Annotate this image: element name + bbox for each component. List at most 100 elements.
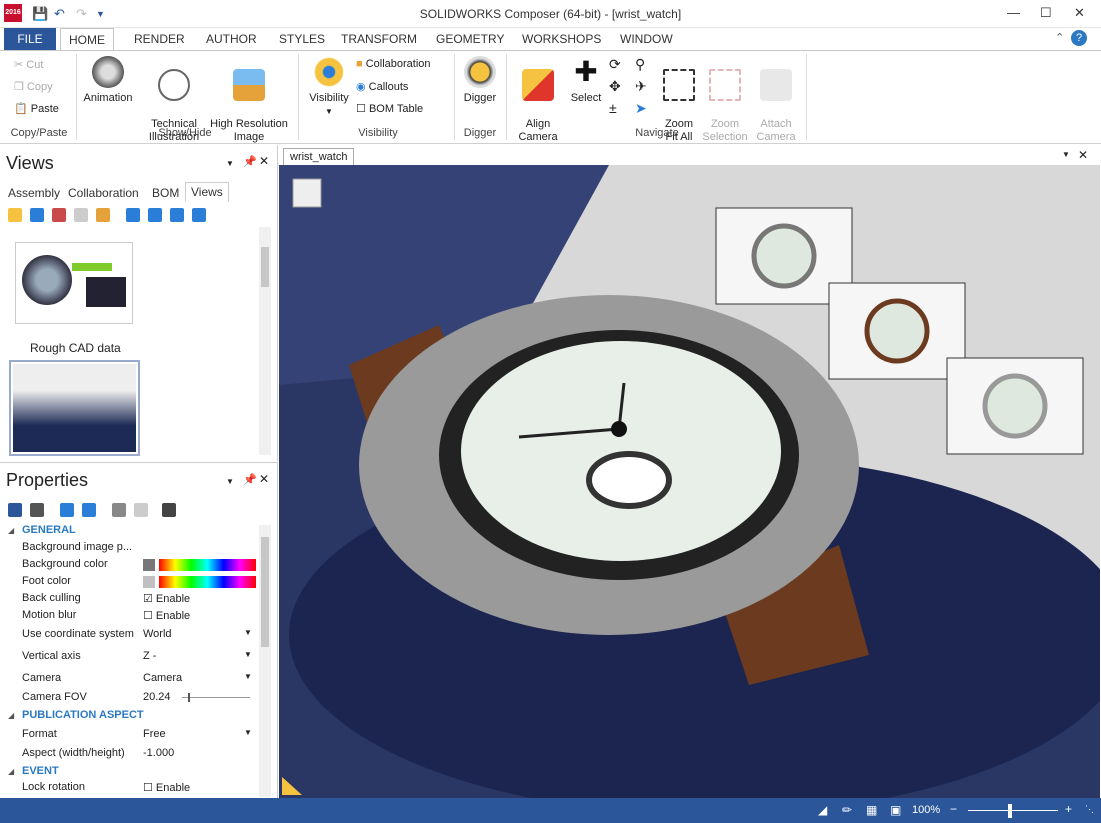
tab-author[interactable]: AUTHOR [206,32,257,46]
document-close-icon[interactable]: ✕ [1078,148,1088,162]
tab-bom[interactable]: BOM [152,186,179,200]
view-nav-icon[interactable] [148,208,162,222]
property-tool-icon[interactable] [82,503,96,517]
minimize-icon[interactable]: — [1007,5,1020,20]
delete-view-icon[interactable] [52,208,66,222]
tab-render[interactable]: RENDER [134,32,185,46]
property-row[interactable]: Foot color [22,575,256,592]
maximize-icon[interactable]: ☐ [1040,5,1052,21]
fly-icon[interactable]: ✈ [635,78,647,95]
help-icon[interactable]: ? [1071,30,1087,46]
zoom-slider-handle[interactable] [1008,804,1012,818]
view-tool-icon[interactable] [74,208,88,222]
brush-icon[interactable] [96,208,110,222]
camera-select[interactable]: Camera [143,672,182,684]
camera-fov-value[interactable]: 20.24 [143,691,171,703]
fov-slider-track[interactable] [182,697,250,698]
property-row[interactable]: Format Free ▼ [22,728,256,745]
create-view-icon[interactable] [8,208,22,222]
view-thumbnail[interactable] [15,242,133,324]
bom-table-checkbox[interactable]: ☐ [356,103,366,115]
collapse-triangle-icon[interactable]: ◢ [8,767,14,776]
scrollbar-thumb[interactable] [261,247,269,287]
tab-transform[interactable]: TRANSFORM [341,32,417,46]
zoom-out-icon[interactable]: − [950,802,957,816]
attach-camera-button[interactable]: Attach Camera [750,56,802,144]
viewport-corner-icon[interactable] [292,178,322,208]
property-tool-icon[interactable] [162,503,176,517]
property-row[interactable]: Back culling ☑ Enable [22,592,256,609]
color-picker[interactable] [159,559,256,571]
property-row[interactable]: Lock rotation ☐ Enable [22,781,256,798]
color-swatch[interactable] [143,559,155,571]
document-tab[interactable]: wrist_watch [283,148,355,165]
bom-table-button[interactable]: ☐ BOM Table [356,102,423,115]
chevron-down-icon[interactable]: ▼ [244,728,252,737]
zoom-icon[interactable]: ± [609,100,617,116]
aspect-value[interactable]: -1.000 [143,747,174,759]
tab-workshops[interactable]: WORKSHOPS [522,32,601,46]
tab-assembly[interactable]: Assembly [8,186,60,200]
color-picker[interactable] [159,576,256,588]
chevron-down-icon[interactable]: ▼ [244,650,252,659]
zoom-area-icon[interactable]: ⚲ [635,56,645,73]
select-button[interactable]: ✚ Select [566,56,606,105]
walk-icon[interactable]: ➤ [635,100,647,117]
property-row[interactable]: Background image p... [22,541,256,558]
view-nav-icon[interactable] [192,208,206,222]
cut-button[interactable]: ✂ Cut [14,58,43,71]
pin-icon[interactable]: 📌 [243,155,257,168]
property-row[interactable]: Aspect (width/height) -1.000 [22,747,256,764]
view-thumbnail-callout[interactable] [828,282,966,380]
pin-icon[interactable]: 📌 [243,473,257,486]
3d-viewport[interactable] [279,165,1100,798]
property-row[interactable]: Motion blur ☐ Enable [22,609,256,626]
property-tool-icon[interactable] [134,503,148,517]
zoom-in-icon[interactable]: + [1065,802,1072,816]
property-row[interactable]: Use coordinate system World ▼ [22,628,256,645]
tab-views[interactable]: Views [185,182,229,202]
animation-button[interactable]: Animation [80,56,136,105]
visibility-button[interactable]: Visibility ▼ [304,56,354,118]
document-menu-icon[interactable]: ▼ [1062,150,1070,159]
tab-styles[interactable]: STYLES [279,32,325,46]
format-select[interactable]: Free [143,728,166,740]
chevron-down-icon[interactable]: ▼ [244,672,252,681]
collapse-ribbon-icon[interactable]: ⌃ [1055,31,1064,44]
panel-menu-icon[interactable]: ▼ [226,159,234,168]
status-tool-icon[interactable]: ✏ [842,803,852,817]
callouts-button[interactable]: ◉ Callouts [356,80,408,93]
update-view-icon[interactable] [30,208,44,222]
property-row[interactable]: Camera FOV 20.24 [22,691,256,708]
views-scrollbar[interactable] [259,227,271,455]
panel-menu-icon[interactable]: ▼ [226,477,234,486]
copy-button[interactable]: ❐ Copy [14,80,53,93]
motion-blur-checkbox[interactable]: ☐ Enable [143,609,190,622]
file-menu[interactable]: FILE [4,28,56,50]
tab-geometry[interactable]: GEOMETRY [436,32,504,46]
view-nav-icon[interactable] [170,208,184,222]
collapse-triangle-icon[interactable]: ◢ [8,526,14,535]
align-camera-button[interactable]: Align Camera [512,56,564,144]
collaboration-button[interactable]: ■ Collaboration [356,58,431,70]
panel-close-icon[interactable]: ✕ [259,154,269,168]
fov-slider-handle[interactable] [188,693,190,702]
property-tool-icon[interactable] [60,503,74,517]
pan-icon[interactable]: ✥ [609,78,621,95]
resize-grip-icon[interactable]: ⋱ [1085,804,1094,815]
paste-button[interactable]: 📋 Paste [14,102,59,115]
property-row[interactable]: Vertical axis Z - ▼ [22,650,256,667]
tab-home[interactable]: HOME [60,28,114,51]
property-row[interactable]: Camera Camera ▼ [22,672,256,689]
sort-alpha-icon[interactable] [30,503,44,517]
status-tool-icon[interactable]: ◢ [818,803,827,817]
chevron-down-icon[interactable]: ▼ [244,628,252,637]
view-thumbnail-selected[interactable] [9,360,140,456]
view-nav-icon[interactable] [126,208,140,222]
digger-button[interactable]: Digger [458,56,502,105]
zoom-slider-track[interactable] [968,810,1058,811]
scrollbar-thumb[interactable] [261,537,269,647]
vertical-axis-select[interactable]: Z - [143,650,156,662]
close-icon[interactable]: ✕ [1074,5,1085,21]
grid-icon[interactable]: ▦ [866,803,877,817]
